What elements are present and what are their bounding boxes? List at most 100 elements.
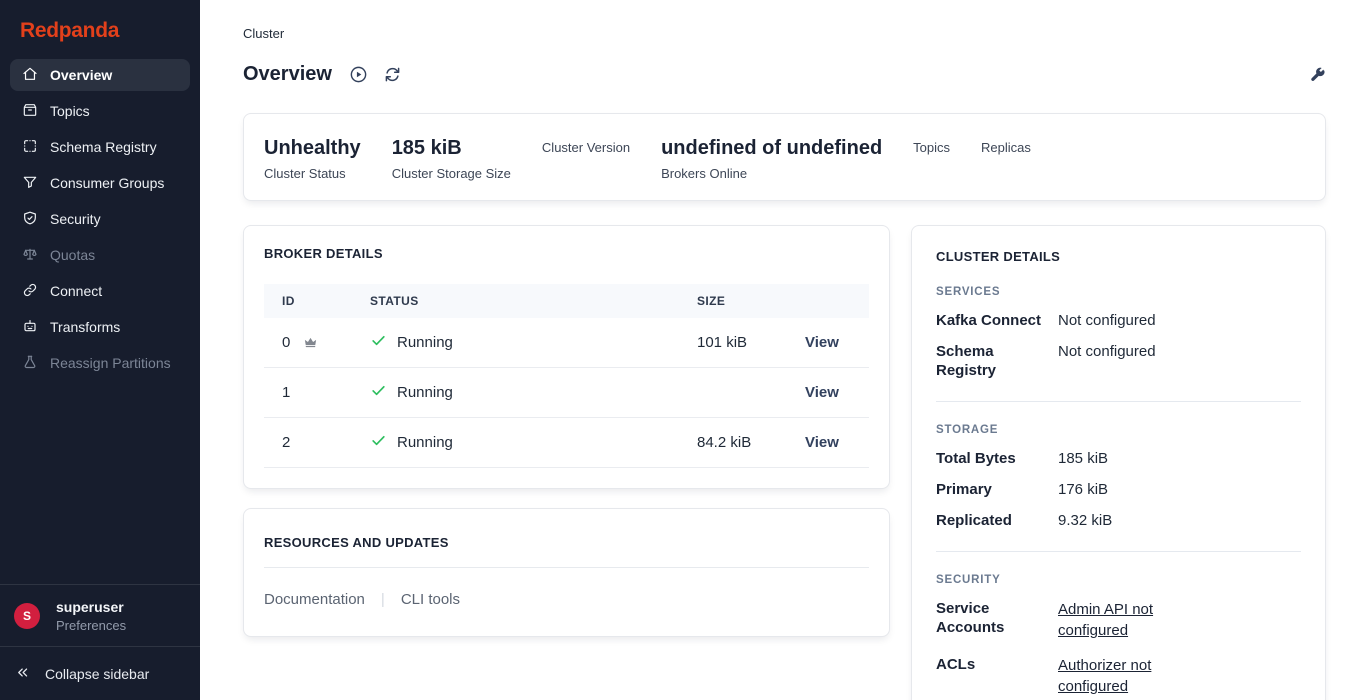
funnel-icon bbox=[22, 174, 38, 193]
sidebar-item-label: Connect bbox=[50, 283, 102, 299]
broker-size bbox=[679, 368, 787, 418]
broker-row-2: 2 Running 84.2 kiB View bbox=[264, 418, 869, 468]
status-check-icon bbox=[370, 432, 387, 453]
broker-status: Running bbox=[397, 434, 453, 451]
stat-label: Cluster Storage Size bbox=[392, 166, 511, 181]
sidebar-item-label: Schema Registry bbox=[50, 139, 157, 155]
detail-row-primary: Primary 176 kiB bbox=[936, 480, 1301, 499]
detail-value: Not configured bbox=[1058, 342, 1301, 361]
main-content: Cluster Overview Unhealthy Cluster Statu… bbox=[200, 0, 1366, 700]
detail-label: Kafka Connect bbox=[936, 311, 1048, 330]
broker-status: Running bbox=[397, 334, 453, 351]
view-broker-link[interactable]: View bbox=[805, 434, 839, 451]
redpanda-logo[interactable]: Redpanda bbox=[0, 0, 200, 58]
sidebar-nav: Overview Topics Schema Registry Consumer… bbox=[0, 58, 200, 584]
services-section-heading: SERVICES bbox=[936, 286, 1301, 298]
resources-card: RESOURCES AND UPDATES Documentation | CL… bbox=[243, 508, 890, 637]
sidebar-item-consumer-groups[interactable]: Consumer Groups bbox=[10, 167, 190, 199]
controller-crown-icon bbox=[303, 335, 318, 350]
column-header-size: SIZE bbox=[679, 284, 787, 318]
stat-value: undefined of undefined bbox=[661, 135, 882, 161]
admin-api-not-configured-link[interactable]: Admin API not configured bbox=[1058, 599, 1164, 641]
preferences-link[interactable]: Preferences bbox=[56, 618, 126, 633]
sidebar-item-label: Overview bbox=[50, 67, 112, 83]
cluster-details-card: CLUSTER DETAILS SERVICES Kafka Connect N… bbox=[911, 225, 1326, 700]
broker-id: 1 bbox=[282, 384, 290, 401]
cluster-stats-bar: Unhealthy Cluster Status 185 kiB Cluster… bbox=[243, 113, 1326, 201]
storage-section-heading: STORAGE bbox=[936, 424, 1301, 436]
sidebar-item-transforms[interactable]: Transforms bbox=[10, 311, 190, 343]
divider bbox=[936, 401, 1301, 402]
broker-details-heading: BROKER DETAILS bbox=[264, 246, 869, 261]
broker-table-header-row: ID STATUS SIZE bbox=[264, 284, 869, 318]
sidebar-item-schema-registry[interactable]: Schema Registry bbox=[10, 131, 190, 163]
security-section-heading: SECURITY bbox=[936, 574, 1301, 586]
broker-size: 84.2 kiB bbox=[679, 418, 787, 468]
detail-label: Replicated bbox=[936, 511, 1048, 530]
stat-label: Brokers Online bbox=[661, 166, 882, 181]
wrench-icon bbox=[1308, 66, 1326, 84]
view-broker-link[interactable]: View bbox=[805, 384, 839, 401]
avatar[interactable]: S bbox=[14, 603, 40, 629]
stat-topics: Topics bbox=[913, 135, 950, 181]
detail-row-schema-registry: Schema Registry Not configured bbox=[936, 342, 1301, 380]
scales-icon bbox=[22, 246, 38, 265]
broker-row-0: 0 Running 101 kiB View bbox=[264, 318, 869, 368]
settings-wrench-button[interactable] bbox=[1308, 66, 1326, 84]
sidebar-item-topics[interactable]: Topics bbox=[10, 95, 190, 127]
cli-tools-link[interactable]: CLI tools bbox=[401, 591, 460, 608]
stat-cluster-version: Cluster Version bbox=[542, 135, 630, 181]
link-separator: | bbox=[381, 591, 385, 608]
divider bbox=[936, 551, 1301, 552]
view-broker-link[interactable]: View bbox=[805, 334, 839, 351]
shield-check-icon bbox=[22, 210, 38, 229]
home-icon bbox=[22, 66, 38, 85]
refresh-icon bbox=[383, 65, 402, 84]
sidebar-item-security[interactable]: Security bbox=[10, 203, 190, 235]
broker-row-1: 1 Running View bbox=[264, 368, 869, 418]
stat-replicas: Replicas bbox=[981, 135, 1031, 181]
broker-status: Running bbox=[397, 384, 453, 401]
sidebar-item-reassign-partitions[interactable]: Reassign Partitions bbox=[10, 347, 190, 379]
double-chevron-left-icon bbox=[15, 665, 30, 683]
cluster-details-heading: CLUSTER DETAILS bbox=[936, 249, 1301, 264]
robot-icon bbox=[22, 318, 38, 337]
sidebar-item-connect[interactable]: Connect bbox=[10, 275, 190, 307]
sidebar-item-overview[interactable]: Overview bbox=[10, 59, 190, 91]
play-circle-icon bbox=[349, 65, 368, 84]
authorizer-not-configured-link[interactable]: Authorizer not configured bbox=[1058, 655, 1164, 697]
sidebar-item-label: Transforms bbox=[50, 319, 120, 335]
stat-label: Topics bbox=[913, 140, 950, 155]
detail-row-total-bytes: Total Bytes 185 kiB bbox=[936, 449, 1301, 468]
stat-cluster-storage-size: 185 kiB Cluster Storage Size bbox=[392, 135, 511, 181]
sidebar-item-label: Topics bbox=[50, 103, 90, 119]
user-name: superuser bbox=[56, 598, 126, 616]
documentation-link[interactable]: Documentation bbox=[264, 591, 365, 608]
title-row: Overview bbox=[243, 63, 1326, 86]
page-title: Overview bbox=[243, 63, 332, 86]
refresh-button[interactable] bbox=[383, 65, 402, 84]
broker-id: 0 bbox=[282, 334, 290, 351]
detail-label: Total Bytes bbox=[936, 449, 1048, 468]
play-circle-button[interactable] bbox=[349, 65, 368, 84]
stat-value: Unhealthy bbox=[264, 135, 361, 161]
sidebar-item-label: Consumer Groups bbox=[50, 175, 164, 191]
collapse-sidebar-button[interactable]: Collapse sidebar bbox=[0, 646, 200, 700]
broker-size: 101 kiB bbox=[679, 318, 787, 368]
breadcrumb[interactable]: Cluster bbox=[243, 26, 284, 41]
sidebar-item-label: Reassign Partitions bbox=[50, 355, 171, 371]
stat-label: Cluster Status bbox=[264, 166, 361, 181]
schema-registry-icon bbox=[22, 138, 38, 157]
sidebar: Redpanda Overview Topics Schema Registry… bbox=[0, 0, 200, 700]
flask-icon bbox=[22, 354, 38, 373]
detail-label: Primary bbox=[936, 480, 1048, 499]
sidebar-item-quotas[interactable]: Quotas bbox=[10, 239, 190, 271]
detail-value: 9.32 kiB bbox=[1058, 511, 1301, 530]
divider bbox=[264, 567, 869, 568]
detail-row-replicated: Replicated 9.32 kiB bbox=[936, 511, 1301, 530]
status-check-icon bbox=[370, 382, 387, 403]
detail-label: Schema Registry bbox=[936, 342, 1048, 380]
broker-details-card: BROKER DETAILS ID STATUS SIZE bbox=[243, 225, 890, 489]
stat-brokers-online: undefined of undefined Brokers Online bbox=[661, 135, 882, 181]
column-header-status: STATUS bbox=[352, 284, 679, 318]
